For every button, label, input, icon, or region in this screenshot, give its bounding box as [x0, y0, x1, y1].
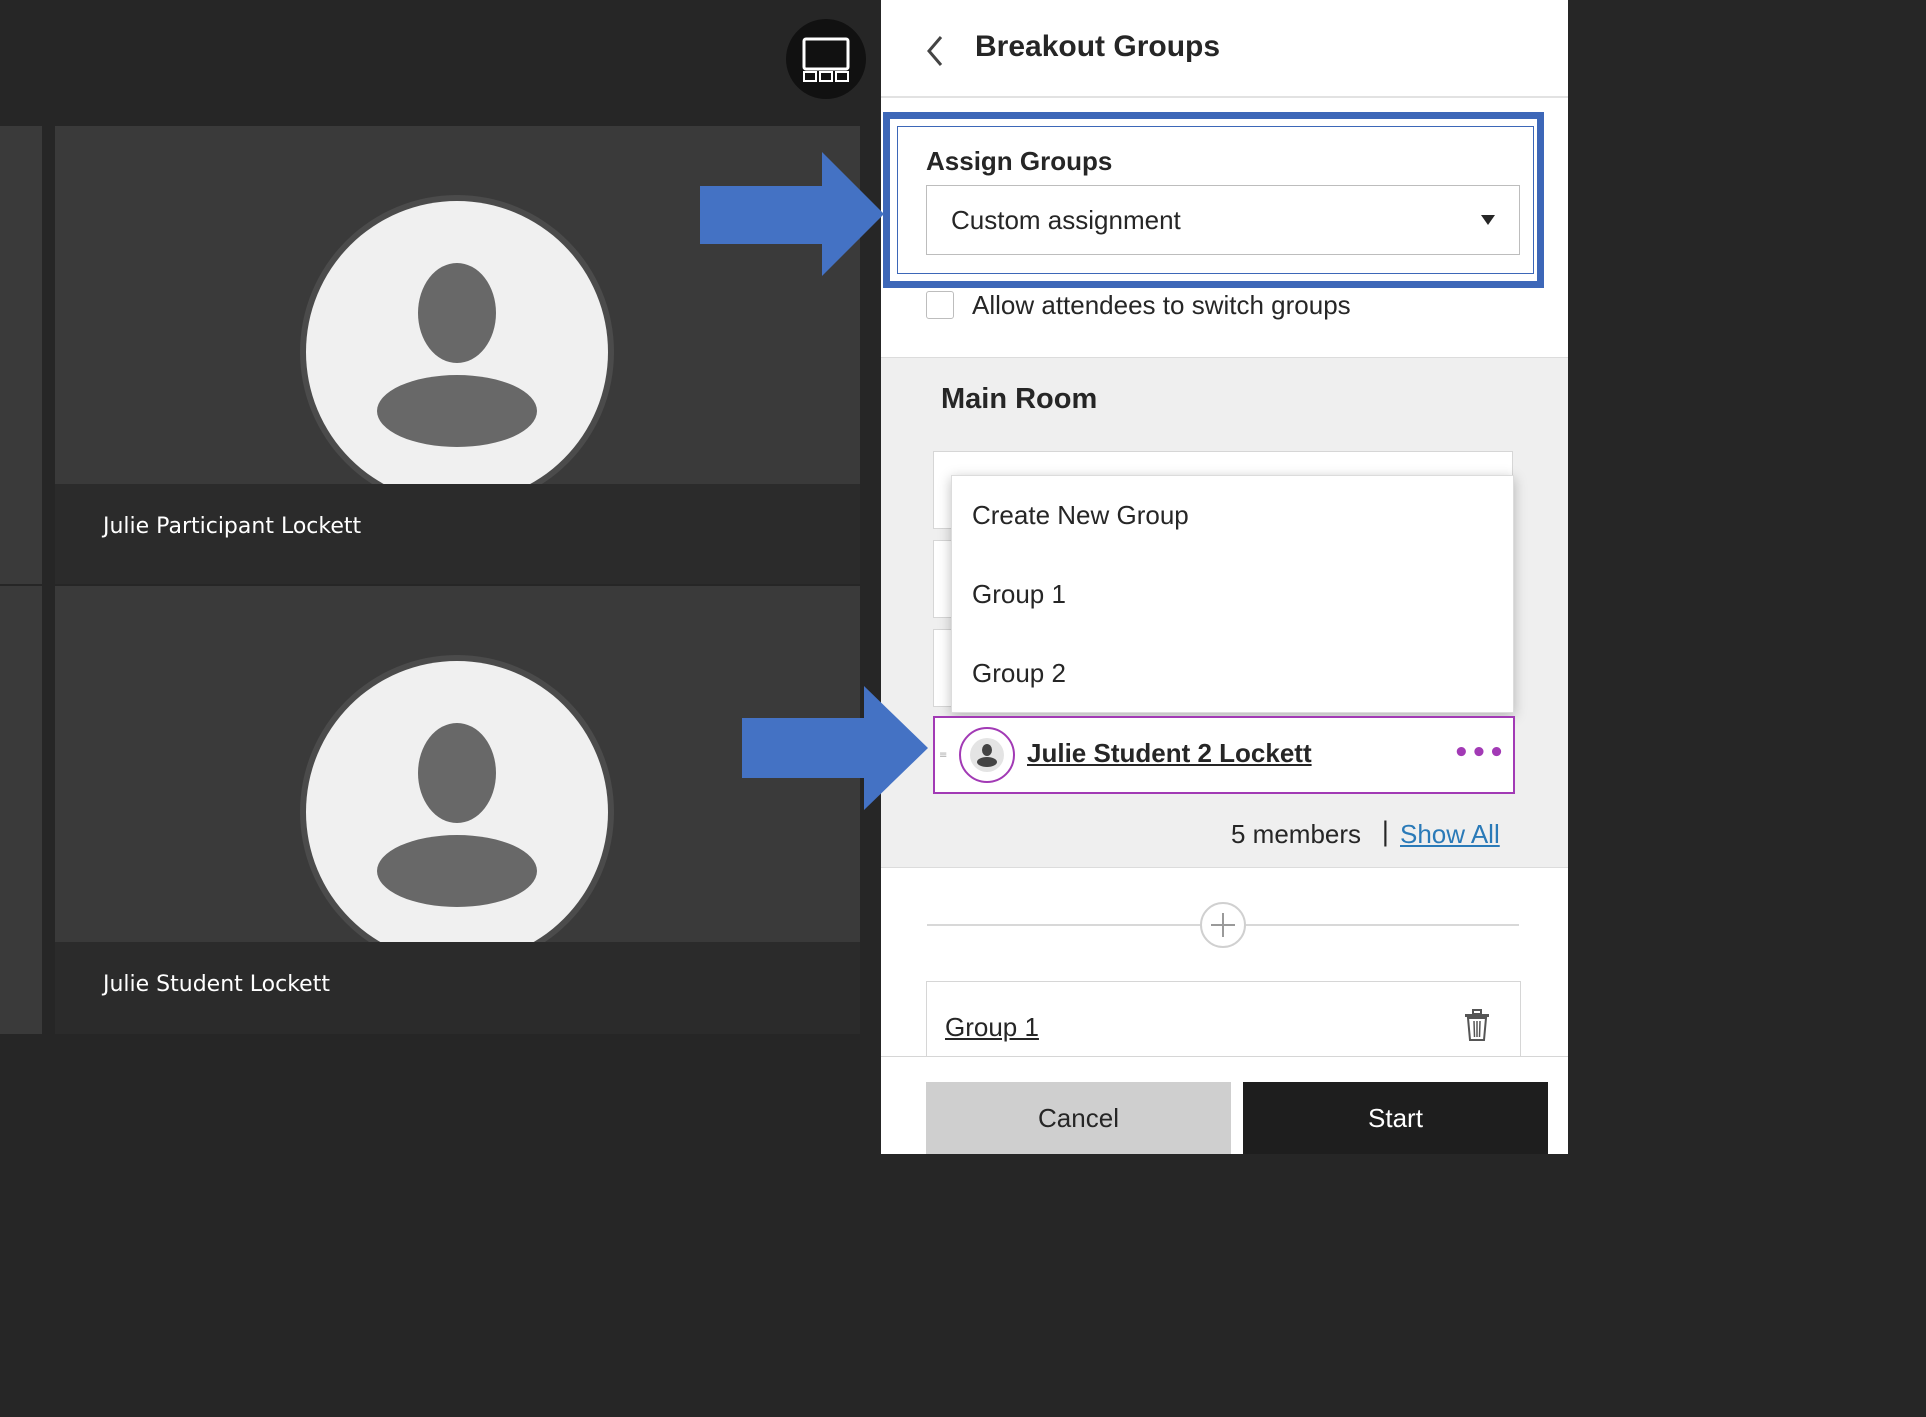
grid-layout-icon	[802, 37, 850, 82]
trash-icon[interactable]	[1461, 1008, 1493, 1042]
panel-title: Breakout Groups	[975, 30, 1221, 63]
start-button[interactable]: Start	[1243, 1082, 1548, 1154]
person-placeholder-icon	[377, 723, 537, 907]
caret-down-icon	[1481, 215, 1495, 225]
participant-name: Julie Participant Lockett	[103, 514, 362, 539]
assign-groups-select-value: Custom assignment	[951, 205, 1181, 235]
member-name[interactable]: Julie Student 2 Lockett	[1027, 738, 1312, 769]
video-tile-partial	[0, 126, 42, 584]
video-tile[interactable]: Julie Student Lockett	[55, 586, 860, 1034]
members-count: 5 members	[1231, 819, 1362, 849]
member-avatar	[959, 727, 1015, 783]
assign-groups-label: Assign Groups	[926, 146, 1113, 176]
avatar	[306, 201, 608, 503]
drag-handle-icon[interactable]: ≡	[939, 750, 947, 761]
move-to-group-menu: Create New Group Group 1 Group 2	[951, 475, 1514, 713]
layout-toggle-button[interactable]	[786, 19, 866, 99]
avatar	[306, 661, 608, 963]
allow-switch-checkbox[interactable]	[926, 291, 954, 319]
person-icon	[970, 738, 1004, 772]
plus-icon	[1211, 913, 1235, 937]
allow-switch-label: Allow attendees to switch groups	[972, 290, 1351, 320]
main-room-title: Main Room	[941, 383, 1098, 415]
add-group-button[interactable]	[1200, 902, 1246, 948]
annotation-arrow	[700, 152, 884, 276]
participant-name: Julie Student Lockett	[103, 972, 330, 997]
assign-groups-select[interactable]: Custom assignment	[926, 185, 1520, 255]
more-options-icon[interactable]: •••	[1453, 738, 1506, 768]
annotation-arrow	[742, 686, 928, 810]
video-tile-partial	[0, 586, 42, 1034]
divider	[881, 867, 1568, 868]
show-all-link[interactable]: Show All	[1400, 819, 1500, 850]
group-name[interactable]: Group 1	[945, 1012, 1039, 1043]
cancel-button[interactable]: Cancel	[926, 1082, 1231, 1154]
back-button[interactable]	[921, 33, 951, 69]
breakout-groups-panel: Breakout Groups Assign Groups Custom ass…	[881, 0, 1568, 1154]
menu-item-create-new-group[interactable]: Create New Group	[972, 500, 1189, 531]
chevron-left-icon	[927, 36, 943, 66]
menu-item-group-1[interactable]: Group 1	[972, 579, 1066, 610]
member-row-selected[interactable]: ≡ Julie Student 2 Lockett •••	[933, 716, 1515, 794]
main-room-section: Main Room Create New Group Group 1 Group…	[881, 357, 1568, 867]
divider	[881, 357, 1568, 358]
person-placeholder-icon	[377, 263, 537, 447]
divider	[881, 96, 1568, 98]
separator: |	[1381, 817, 1390, 847]
menu-item-group-2[interactable]: Group 2	[972, 658, 1066, 689]
